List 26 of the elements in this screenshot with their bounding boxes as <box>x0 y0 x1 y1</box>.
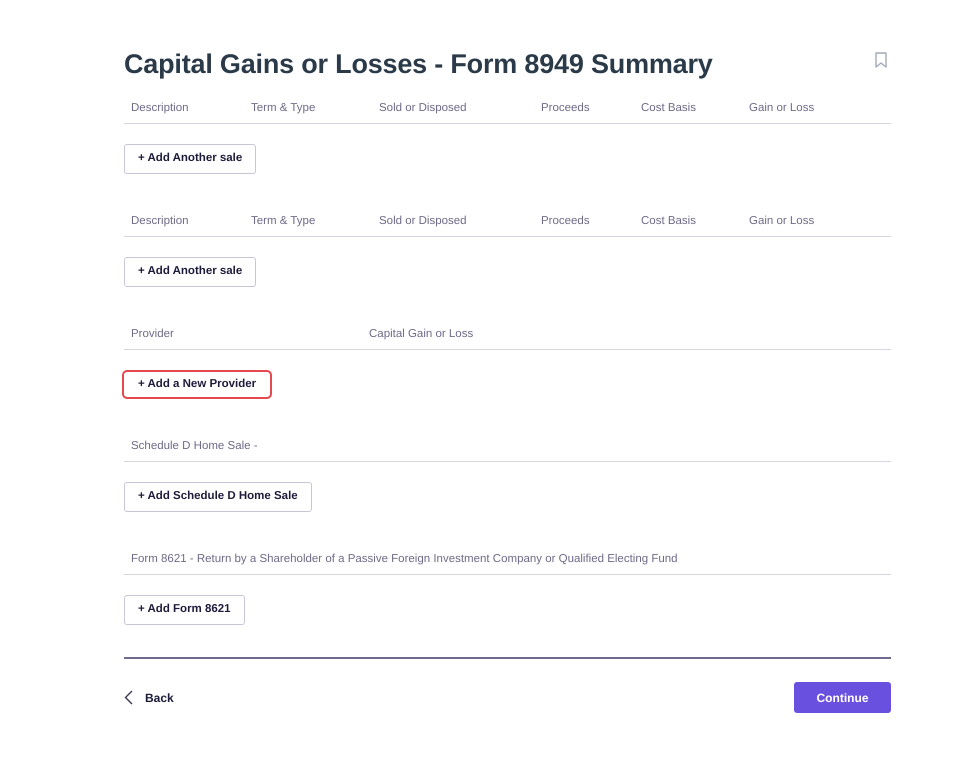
continue-button[interactable]: Continue <box>794 682 891 713</box>
column-header: Term & Type <box>250 100 316 116</box>
column-header: Gain or Loss <box>748 100 816 116</box>
column-header: Cost Basis <box>640 214 697 229</box>
column-header: Description <box>130 100 190 116</box>
column-header: Schedule D Home Sale - <box>130 438 259 454</box>
column-header: Form 8621 - Return by a Shareholder of a Passive Foreign Investment Company or Qualified Electing Fund <box>130 552 679 567</box>
add-button[interactable]: + Add Another sale <box>124 144 256 174</box>
column-header: Capital Gain or Loss <box>368 326 474 342</box>
column-header: Description <box>130 214 190 229</box>
page-title: Capital Gains or Losses - Form 8949 Summary <box>124 48 713 81</box>
column-header: Term & Type <box>250 214 316 229</box>
add-button[interactable]: + Add a New Provider <box>122 370 272 399</box>
add-button[interactable]: + Add Schedule D Home Sale <box>124 482 312 512</box>
column-header: Provider <box>130 326 175 342</box>
column-header: Gain or Loss <box>748 214 816 229</box>
back-button[interactable]: Back <box>124 688 174 706</box>
column-header: Proceeds <box>540 214 591 229</box>
column-header: Sold or Disposed <box>378 214 468 229</box>
add-button[interactable]: + Add Another sale <box>124 257 256 287</box>
column-header: Proceeds <box>540 100 591 116</box>
add-button[interactable]: + Add Form 8621 <box>124 595 245 625</box>
bookmark-icon[interactable] <box>875 52 887 68</box>
column-header: Sold or Disposed <box>378 100 468 116</box>
chevron-left-icon <box>124 690 133 705</box>
column-header: Cost Basis <box>640 100 697 116</box>
